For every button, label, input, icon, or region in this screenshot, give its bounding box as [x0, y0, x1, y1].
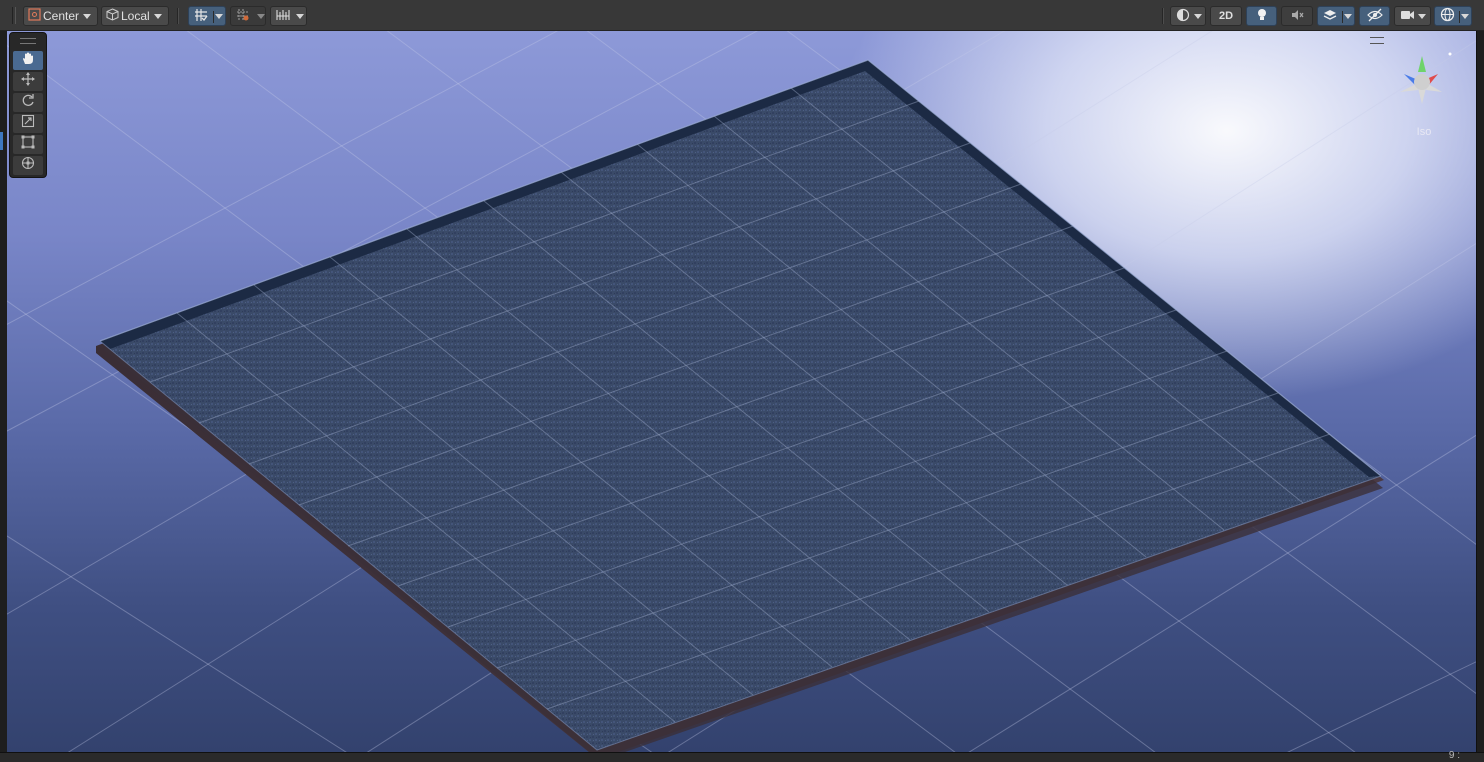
transform-icon — [21, 156, 35, 175]
hand-tool-button[interactable] — [13, 51, 43, 70]
lighting-toggle[interactable] — [1246, 6, 1277, 26]
scale-icon — [21, 114, 35, 133]
audio-muted-icon — [1290, 8, 1304, 25]
tools-drag-grip[interactable] — [20, 38, 36, 44]
gizmos-dropdown[interactable] — [1434, 6, 1472, 26]
selection-accent — [0, 132, 3, 150]
toolbar-grip[interactable] — [12, 7, 16, 24]
rotate-icon — [21, 93, 35, 112]
scene-viewport[interactable] — [7, 31, 1476, 752]
move-arrows-icon — [21, 72, 35, 91]
camera-settings-dropdown[interactable] — [1394, 6, 1431, 26]
2d-label: 2D — [1218, 10, 1234, 22]
move-tool-button[interactable] — [13, 72, 43, 91]
chevron-down-icon — [215, 13, 223, 19]
2d-toggle-button[interactable]: 2D — [1210, 6, 1242, 26]
toolbar-separator — [1162, 8, 1164, 24]
gizmo-globe-icon — [1440, 7, 1455, 25]
right-panel-edge — [1476, 31, 1484, 752]
chevron-down-icon — [83, 13, 92, 19]
orientation-gizmo[interactable] — [1392, 52, 1452, 118]
pivot-center-icon — [28, 8, 41, 24]
camera-icon — [1400, 9, 1415, 24]
chevron-down-icon — [1418, 13, 1426, 19]
grid-snap-toggle[interactable] — [188, 6, 226, 26]
status-text: 9 : — [1448, 750, 1460, 761]
increment-snap-icon — [236, 8, 250, 25]
scale-tool-button[interactable] — [13, 114, 43, 133]
effects-dropdown[interactable] — [1317, 6, 1355, 26]
transform-tool-button[interactable] — [13, 156, 43, 175]
rotate-tool-button[interactable] — [13, 93, 43, 112]
layers-effects-icon — [1323, 8, 1337, 25]
local-cube-icon — [106, 8, 119, 24]
eye-hidden-icon — [1366, 8, 1383, 25]
scene-toolbar: Center Local 2D — [0, 0, 1484, 31]
hand-icon — [21, 51, 35, 70]
increment-snap-toggle[interactable] — [230, 6, 266, 26]
tools-overlay — [9, 32, 47, 178]
grid-snap-icon — [194, 8, 208, 25]
chevron-down-icon — [1461, 13, 1469, 19]
toolbar-separator — [177, 8, 179, 24]
chevron-down-icon — [1344, 13, 1352, 19]
pivot-mode-label: Center — [43, 9, 80, 23]
pivot-mode-dropdown[interactable]: Center — [23, 6, 98, 26]
gizmo-y-axis — [1418, 56, 1426, 72]
pivot-rotation-dropdown[interactable]: Local — [101, 6, 169, 26]
gizmo-menu-icon[interactable] — [1370, 37, 1384, 44]
lightbulb-icon — [1256, 8, 1268, 25]
draw-mode-dropdown[interactable] — [1170, 6, 1206, 26]
chevron-down-icon — [1194, 13, 1202, 19]
chevron-down-icon — [296, 13, 304, 19]
scene-visibility-toggle[interactable] — [1359, 6, 1390, 26]
projection-label[interactable]: Iso — [1412, 126, 1436, 138]
scene-render — [7, 31, 1476, 752]
rect-transform-icon — [21, 135, 35, 154]
shading-sphere-icon — [1176, 8, 1190, 25]
pivot-rotation-label: Local — [121, 9, 150, 23]
ruler-icon — [276, 8, 290, 25]
rect-tool-button[interactable] — [13, 135, 43, 154]
audio-toggle[interactable] — [1281, 6, 1313, 26]
ruler-snap-dropdown[interactable] — [270, 6, 307, 26]
chevron-down-icon — [257, 13, 265, 19]
chevron-down-icon — [153, 13, 162, 19]
